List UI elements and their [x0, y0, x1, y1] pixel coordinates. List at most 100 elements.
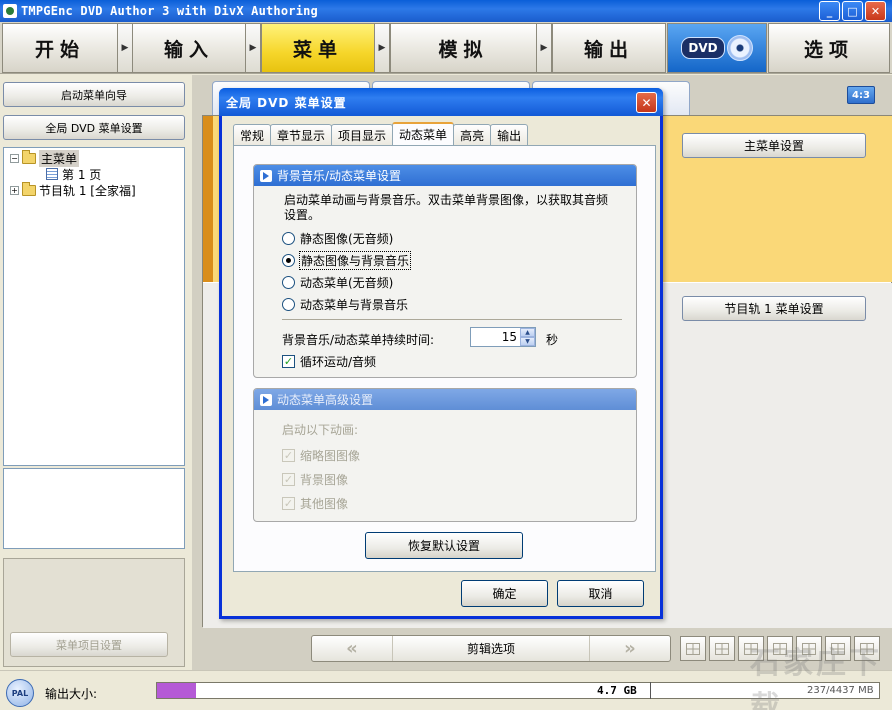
step-output[interactable]: 输出 [552, 23, 666, 73]
radio-button-selected[interactable] [282, 253, 295, 267]
bg-music-description: 启动菜单动画与背景音乐。双击菜单背景图像，以获取其音频设置。 [284, 193, 609, 222]
capacity-marker [650, 682, 651, 699]
dialog-tabs: 常规 章节显示 项目显示 动态菜单 高亮 输出 [233, 122, 529, 145]
advanced-group-title: 动态菜单高级设置 [277, 393, 374, 407]
thumbnail-checkbox-row[interactable]: ✓ 缩略图图像 [282, 447, 360, 463]
tree-node-track-1[interactable]: + 节目轨 1 [全家福] [10, 181, 136, 198]
tree-node-main-menu[interactable]: − 主菜单 [10, 149, 80, 167]
loop-label: 循环运动/音频 [300, 354, 377, 369]
window-title: TMPGEnc DVD Author 3 with DivX Authoring [21, 4, 318, 18]
tree-node-page-1[interactable]: 第 1 页 [46, 166, 101, 182]
dvd-logo: DVD [681, 35, 753, 61]
background-checkbox[interactable]: ✓ [282, 472, 295, 486]
step-toolbar: 开始 ▶ 输入 ▶ 菜单 ▶ 模拟 ▶ 输出 DVD 选项 [0, 22, 892, 74]
grid-layout-icon[interactable] [854, 636, 880, 661]
bg-music-group-title: 背景音乐/动态菜单设置 [277, 169, 402, 183]
close-window-button[interactable]: ✕ [865, 1, 886, 21]
prev-arrow-icon[interactable]: « [312, 638, 392, 659]
radio-button[interactable] [282, 297, 295, 311]
ok-button[interactable]: 确定 [461, 580, 548, 607]
grid-layout-icon[interactable] [825, 636, 851, 661]
app-window: TMPGEnc DVD Author 3 with DivX Authoring… [0, 0, 892, 710]
expand-icon[interactable]: + [10, 185, 19, 195]
grid-layout-icon[interactable] [767, 636, 793, 661]
option-motion-with-music[interactable]: 动态菜单与背景音乐 [282, 295, 408, 313]
other-images-label: 其他图像 [300, 496, 349, 511]
layout-buttons [680, 636, 880, 661]
option-static-with-music[interactable]: 静态图像与背景音乐 [282, 250, 412, 270]
edit-options-bar: « 剪辑选项 » [311, 635, 671, 662]
grid-layout-icon[interactable] [738, 636, 764, 661]
tab-chapter-display[interactable]: 章节显示 [270, 124, 333, 145]
collapse-icon[interactable]: − [10, 153, 19, 163]
duration-value[interactable]: 15 [471, 328, 520, 346]
other-images-checkbox-row[interactable]: ✓ 其他图像 [282, 495, 348, 511]
step-simulate[interactable]: 模拟 [390, 23, 537, 73]
minimize-button[interactable]: _ [819, 1, 840, 21]
duration-label: 背景音乐/动态菜单持续时间: [282, 333, 435, 347]
output-size-fill [157, 683, 196, 698]
loop-checkbox-row[interactable]: ✓ 循环运动/音频 [282, 353, 376, 369]
dialog-close-button[interactable]: ✕ [636, 92, 657, 113]
duration-stepper[interactable]: 15 ▲ ▼ [470, 327, 536, 347]
thumbnail-label: 缩略图图像 [300, 448, 361, 463]
option-motion-no-audio[interactable]: 动态菜单(无音频) [282, 273, 393, 291]
grid-layout-icon[interactable] [680, 636, 706, 661]
dvd-label: DVD [681, 37, 725, 59]
advanced-motion-group: 动态菜单高级设置 启动以下动画: ✓ 缩略图图像 ✓ 背景图像 ✓ 其他图像 [253, 388, 637, 522]
stepper-up-icon[interactable]: ▲ [520, 328, 535, 337]
capacity-label: 4.7 GB [597, 684, 637, 697]
step-menu[interactable]: 菜单 [261, 23, 375, 73]
stepper-buttons: ▲ ▼ [520, 328, 535, 346]
page-icon [46, 168, 58, 180]
other-images-checkbox[interactable]: ✓ [282, 496, 295, 510]
radio-button[interactable] [282, 231, 295, 245]
restore-defaults-button[interactable]: 恢复默认设置 [365, 532, 523, 559]
next-arrow-icon[interactable]: » [590, 638, 670, 659]
aspect-ratio-badge[interactable]: 4:3 [847, 86, 875, 104]
status-bar: PAL 输出大小: 4.7 GB 237/4437 MB [0, 670, 892, 710]
main-menu-settings-button[interactable]: 主菜单设置 [682, 133, 866, 158]
output-size-bar: 4.7 GB 237/4437 MB [156, 682, 880, 699]
thumbnail-checkbox[interactable]: ✓ [282, 448, 295, 462]
option-static-no-audio[interactable]: 静态图像(无音频) [282, 229, 393, 247]
edit-options-button[interactable]: 剪辑选项 [392, 636, 590, 661]
tab-highlight[interactable]: 高亮 [453, 124, 492, 145]
background-checkbox-row[interactable]: ✓ 背景图像 [282, 471, 348, 487]
tab-general[interactable]: 常规 [233, 124, 272, 145]
step-arrow-icon: ▶ [117, 23, 133, 73]
dvd-logo-button[interactable]: DVD [667, 23, 767, 73]
grid-layout-icon[interactable] [796, 636, 822, 661]
app-icon [3, 4, 17, 18]
grid-layout-icon[interactable] [709, 636, 735, 661]
global-menu-settings-button[interactable]: 全局 DVD 菜单设置 [3, 115, 185, 140]
pal-badge[interactable]: PAL [6, 679, 34, 707]
folder-icon [22, 181, 36, 196]
menu-item-settings-button[interactable]: 菜单项目设置 [10, 632, 168, 657]
step-input[interactable]: 输入 [132, 23, 246, 73]
stepper-down-icon[interactable]: ▼ [520, 337, 535, 346]
radio-button[interactable] [282, 275, 295, 289]
separator [282, 319, 622, 320]
background-label: 背景图像 [300, 472, 349, 487]
tab-item-display[interactable]: 项目显示 [331, 124, 394, 145]
tab-output[interactable]: 输出 [490, 124, 529, 145]
advanced-group-header[interactable]: 动态菜单高级设置 [254, 389, 636, 410]
loop-checkbox[interactable]: ✓ [282, 354, 295, 368]
bg-music-group: 背景音乐/动态菜单设置 启动菜单动画与背景音乐。双击菜单背景图像，以获取其音频设… [253, 164, 637, 378]
tree-label-track-1: 节目轨 1 [全家福] [39, 183, 136, 198]
bg-music-group-header[interactable]: 背景音乐/动态菜单设置 [254, 165, 636, 186]
step-start[interactable]: 开始 [2, 23, 118, 73]
tab-motion-menu[interactable]: 动态菜单 [392, 122, 455, 145]
step-options[interactable]: 选项 [768, 23, 890, 73]
menu-tree: − 主菜单 第 1 页 + 节目轨 1 [全家福] [3, 147, 185, 466]
maximize-button[interactable]: □ [842, 1, 863, 21]
track-menu-settings-button[interactable]: 节目轨 1 菜单设置 [682, 296, 866, 321]
left-panel: 启动菜单向导 全局 DVD 菜单设置 − 主菜单 第 1 页 + 节目轨 1 [… [0, 75, 190, 670]
title-bar: TMPGEnc DVD Author 3 with DivX Authoring… [0, 0, 892, 22]
enable-animation-label: 启动以下动画: [282, 423, 359, 437]
cancel-button[interactable]: 取消 [557, 580, 644, 607]
menu-wizard-button[interactable]: 启动菜单向导 [3, 82, 185, 107]
collapse-arrow-icon [260, 393, 272, 406]
option-label: 静态图像(无音频) [300, 231, 394, 246]
